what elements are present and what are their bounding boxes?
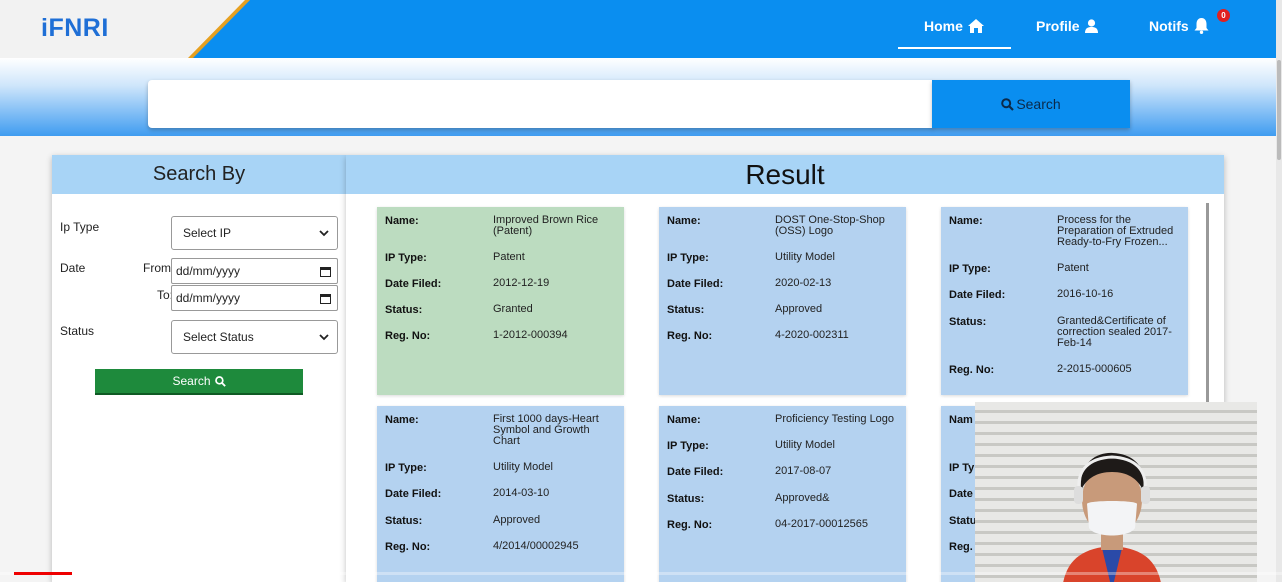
card-ip-type-label: IP Type: [667, 440, 709, 452]
card-ip-type-value: Utility Model [775, 251, 835, 263]
card-status-label: Status: [385, 304, 423, 316]
card-date-filed-value: 2012-12-19 [493, 277, 550, 289]
video-progress-fill [14, 572, 72, 575]
card-name-label: Name: [667, 215, 701, 227]
result-title: Result [346, 155, 1224, 194]
card-name-value: Process for the Preparation of Extruded … [1057, 214, 1174, 248]
card-name-label: Name: [385, 414, 419, 426]
card-status-label: Status: [667, 493, 705, 505]
card-reg-no-value: 1-2012-000394 [493, 329, 568, 341]
card-reg-no-value: 4-2020-002311 [775, 329, 849, 341]
nav-notifs[interactable]: Notifs [1149, 18, 1209, 34]
presenter-image [1063, 452, 1161, 582]
date-to-placeholder: dd/mm/yyyy [176, 291, 241, 305]
card-status-value: Approved [493, 514, 541, 526]
bell-icon [1194, 18, 1209, 34]
card-name-value: Improved Brown Rice (Patent) [493, 214, 599, 237]
card-name-value: First 1000 days-Heart Symbol and Growth … [493, 413, 599, 447]
result-scrollbar[interactable] [1206, 203, 1209, 403]
card-status-label: Status: [385, 515, 423, 527]
result-card[interactable]: Name: DOST One-Stop-Shop (OSS) Logo IP Ty… [659, 207, 906, 395]
app-logo[interactable]: iFNRI [41, 14, 109, 43]
card-reg-no-label: Reg. No: [949, 364, 995, 376]
card-reg-no-value: 2-2015-000605 [1057, 363, 1132, 375]
search-input[interactable] [148, 80, 933, 128]
search-button[interactable]: Search [932, 80, 1130, 128]
card-ip-type-value: Patent [1057, 262, 1089, 274]
status-select[interactable]: Select Status [171, 320, 338, 354]
card-date-filed-value: 2016-10-16 [1057, 288, 1114, 300]
card-reg-no-label: Reg. No: [667, 519, 713, 531]
date-label: Date [60, 261, 86, 275]
result-card[interactable]: Name: Process for the Preparation of Extr… [941, 207, 1188, 395]
card-date-filed-label: Date Filed: [385, 488, 442, 500]
date-to-input[interactable]: dd/mm/yyyy [171, 285, 338, 311]
home-icon [967, 19, 984, 33]
nav-profile-label: Profile [1036, 18, 1080, 34]
card-name-value: DOST One-Stop-Shop (OSS) Logo [775, 214, 885, 237]
ip-type-select-value: Select IP [183, 226, 232, 240]
status-label: Status [60, 324, 95, 338]
nav-home-label: Home [924, 18, 963, 34]
result-card[interactable]: Name: Proficiency Testing Logo IP Type: Ut… [659, 406, 906, 582]
card-reg-no-label: Reg. No: [385, 330, 431, 342]
nav-home[interactable]: Home [924, 18, 984, 34]
search-by-title: Search By [52, 155, 346, 194]
active-nav-underline [898, 47, 1011, 49]
nav-notifs-label: Notifs [1149, 18, 1189, 34]
card-date-filed-value: 2020-02-13 [775, 277, 832, 289]
card-date-filed-label: Date Filed: [385, 278, 442, 290]
filter-search-button[interactable]: Search [95, 369, 303, 395]
card-reg-no-value: 04-2017-00012565 [775, 518, 868, 530]
search-icon [214, 375, 226, 387]
search-icon [1001, 97, 1015, 111]
page-scrollbar-thumb[interactable] [1277, 60, 1281, 160]
ip-type-select[interactable]: Select IP [171, 216, 338, 250]
card-status-value: Granted&Certificate of correction sealed… [1057, 315, 1172, 349]
ip-type-label: Ip Type [60, 220, 100, 234]
card-reg-no-label: Reg. No: [667, 330, 713, 342]
webcam-overlay [975, 402, 1257, 582]
card-status-value: Approved [775, 303, 823, 315]
card-ip-type-value: Utility Model [775, 439, 835, 451]
chevron-down-icon [319, 229, 329, 236]
nav-profile[interactable]: Profile [1036, 18, 1098, 34]
video-progress-bar[interactable] [0, 572, 1282, 575]
calendar-icon [320, 293, 331, 304]
card-ip-type-label: IP Type: [385, 462, 427, 474]
card-ip-type-value: Patent [493, 251, 525, 263]
card-name-value: Proficiency Testing Logo [775, 413, 895, 425]
card-status-label: Status: [949, 316, 987, 328]
date-from-placeholder: dd/mm/yyyy [176, 264, 241, 278]
search-by-panel: Search By Ip Type Select IP Date From: d… [52, 155, 346, 582]
card-date-filed-value: 2017-08-07 [775, 465, 832, 477]
result-card[interactable]: Name: Improved Brown Rice (Patent) IP Typ… [377, 207, 624, 395]
card-status-value: Approved& [775, 492, 830, 504]
status-select-value: Select Status [183, 330, 254, 344]
chevron-down-icon [319, 333, 329, 340]
notification-count-badge: 0 [1217, 9, 1230, 22]
date-from-label: From: [143, 261, 175, 275]
card-date-filed-value: 2014-03-10 [493, 487, 550, 499]
date-from-input[interactable]: dd/mm/yyyy [171, 258, 338, 284]
card-name-label: Name: [667, 414, 701, 426]
card-ip-type-value: Utility Model [493, 461, 553, 473]
calendar-icon [320, 266, 331, 277]
card-name-label: Name: [385, 215, 419, 227]
card-date-filed-label: Date Filed: [667, 466, 724, 478]
card-status-label: Status: [667, 304, 705, 316]
filter-search-label: Search [172, 374, 211, 388]
search-button-label: Search [1016, 96, 1061, 112]
card-status-value: Granted [493, 303, 533, 315]
card-date-filed-label: Date Filed: [949, 289, 1006, 301]
card-ip-type-label: IP Type: [949, 263, 991, 275]
user-icon [1084, 19, 1098, 33]
result-card[interactable]: Name: First 1000 days-Heart Symbol and Gr… [377, 406, 624, 582]
card-ip-type-label: IP Type: [385, 252, 427, 264]
card-reg-no-label: Reg. No: [385, 541, 431, 553]
card-date-filed-label: Date Filed: [667, 278, 724, 290]
card-ip-type-label: IP Type: [667, 252, 709, 264]
card-name-label: Name: [949, 215, 983, 227]
card-reg-no-value: 4/2014/00002945 [493, 540, 579, 552]
